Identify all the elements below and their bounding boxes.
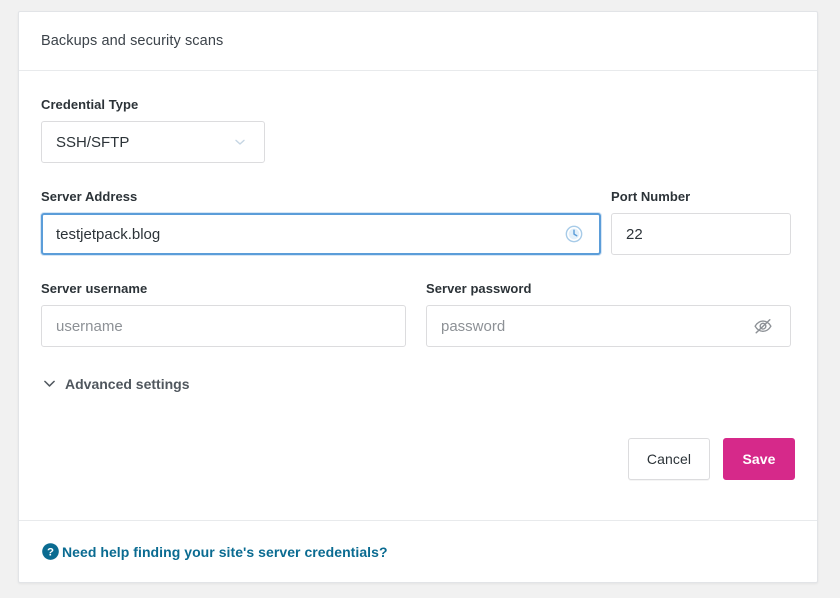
port-number-value: 22	[626, 226, 643, 243]
card-body: Credential Type SSH/SFTP Server Address …	[19, 71, 817, 480]
credential-type-label: Credential Type	[41, 97, 795, 112]
server-username-label: Server username	[41, 281, 406, 296]
eye-off-icon[interactable]	[752, 315, 774, 337]
chevron-down-icon	[41, 375, 58, 392]
credential-type-select[interactable]: SSH/SFTP	[41, 121, 265, 163]
clock-icon[interactable]	[564, 224, 584, 244]
server-credentials-card: Backups and security scans Credential Ty…	[18, 11, 818, 583]
card-header: Backups and security scans	[19, 12, 817, 71]
svg-text:?: ?	[47, 547, 54, 559]
credential-type-value: SSH/SFTP	[56, 134, 129, 151]
credential-type-field-group: Credential Type SSH/SFTP	[41, 97, 795, 163]
server-address-input[interactable]: testjetpack.blog	[41, 213, 601, 255]
username-password-row: Server username username Server password…	[41, 281, 795, 347]
card-title: Backups and security scans	[41, 33, 223, 49]
cancel-button[interactable]: Cancel	[628, 438, 710, 480]
save-button[interactable]: Save	[723, 438, 795, 480]
server-password-input[interactable]: password	[426, 305, 791, 347]
help-credentials-link[interactable]: ? Need help finding your site's server c…	[41, 542, 388, 561]
card-footer: ? Need help finding your site's server c…	[19, 520, 817, 582]
address-port-row: Server Address testjetpack.blog Port Num…	[41, 189, 795, 255]
server-username-placeholder: username	[56, 318, 123, 335]
server-username-input[interactable]: username	[41, 305, 406, 347]
port-number-input[interactable]: 22	[611, 213, 791, 255]
advanced-settings-toggle[interactable]: Advanced settings	[41, 375, 189, 392]
server-password-placeholder: password	[441, 318, 505, 335]
port-number-field-group: Port Number 22	[611, 189, 791, 255]
server-address-field-group: Server Address testjetpack.blog	[41, 189, 601, 255]
server-password-label: Server password	[426, 281, 791, 296]
question-mark-circle-icon: ?	[41, 542, 60, 561]
server-address-label: Server Address	[41, 189, 601, 204]
port-number-label: Port Number	[611, 189, 791, 204]
server-password-field-group: Server password password	[426, 281, 791, 347]
chevron-down-icon	[232, 134, 248, 150]
server-address-value: testjetpack.blog	[56, 226, 160, 243]
help-credentials-text: Need help finding your site's server cre…	[62, 544, 388, 560]
server-username-field-group: Server username username	[41, 281, 406, 347]
form-actions: Cancel Save	[41, 438, 795, 480]
advanced-settings-label: Advanced settings	[65, 376, 189, 392]
